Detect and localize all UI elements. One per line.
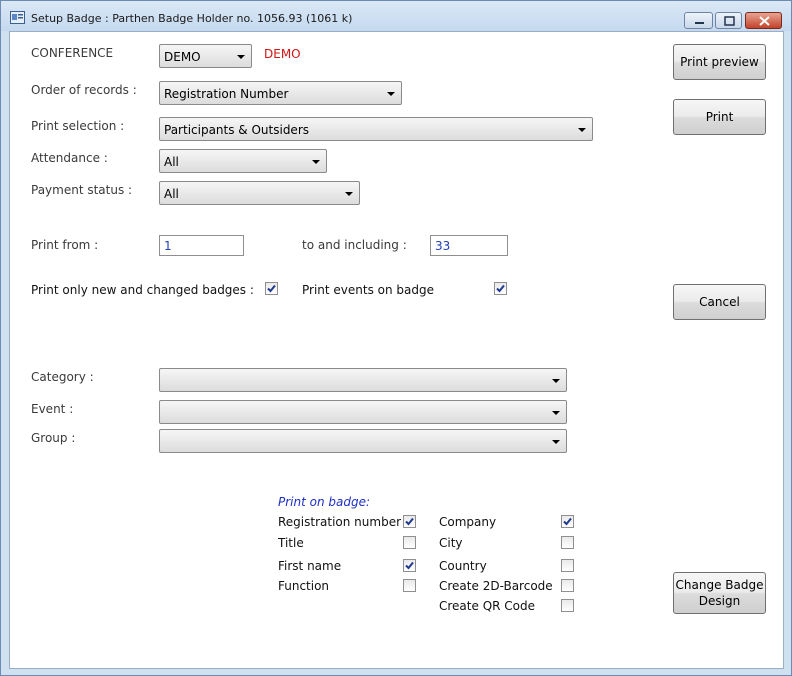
checkmark-icon bbox=[405, 561, 414, 570]
print-button[interactable]: Print bbox=[673, 99, 766, 135]
category-label: Category : bbox=[31, 370, 94, 384]
group-select[interactable] bbox=[159, 429, 567, 453]
title-checkbox[interactable] bbox=[403, 536, 416, 549]
checkmark-icon bbox=[405, 517, 414, 526]
payment-status-label: Payment status : bbox=[31, 183, 133, 197]
country-checkbox[interactable] bbox=[561, 559, 574, 572]
option-label: Company bbox=[439, 515, 497, 529]
chevron-down-icon bbox=[345, 192, 353, 196]
conference-select-value: DEMO bbox=[164, 50, 201, 64]
minimize-icon bbox=[695, 22, 704, 24]
order-select-value: Registration Number bbox=[164, 87, 289, 101]
print-on-badge-heading: Print on badge: bbox=[278, 495, 371, 509]
change-badge-label-line2: Design bbox=[698, 594, 741, 608]
window-title: Setup Badge : Parthen Badge Holder no. 1… bbox=[31, 12, 353, 25]
print-selection-value: Participants & Outsiders bbox=[164, 123, 310, 137]
order-select[interactable]: Registration Number bbox=[159, 81, 402, 105]
to-including-input[interactable]: 33 bbox=[430, 235, 508, 256]
payment-status-value: All bbox=[164, 187, 179, 201]
chevron-down-icon bbox=[552, 411, 560, 415]
chevron-down-icon bbox=[312, 160, 320, 164]
option-label: Create QR Code bbox=[439, 599, 536, 613]
setup-badge-window: Setup Badge : Parthen Badge Holder no. 1… bbox=[0, 0, 792, 676]
chevron-down-icon bbox=[237, 55, 245, 59]
only-new-label: Print only new and changed badges : bbox=[31, 283, 254, 297]
create-qr-code-checkbox[interactable] bbox=[561, 599, 574, 612]
payment-status-select[interactable]: All bbox=[159, 181, 360, 205]
maximize-icon bbox=[724, 16, 735, 26]
cancel-label: Cancel bbox=[699, 295, 740, 309]
option-label: Country bbox=[439, 559, 487, 573]
maximize-button[interactable] bbox=[715, 12, 742, 29]
city-checkbox[interactable] bbox=[561, 536, 574, 549]
print-from-input[interactable]: 1 bbox=[159, 235, 244, 256]
first-name-checkbox[interactable] bbox=[403, 559, 416, 572]
function-checkbox[interactable] bbox=[403, 579, 416, 592]
attendance-select[interactable]: All bbox=[159, 149, 327, 173]
close-button[interactable] bbox=[745, 12, 782, 29]
event-select[interactable] bbox=[159, 400, 567, 424]
print-from-label: Print from : bbox=[31, 238, 99, 252]
attendance-label: Attendance : bbox=[31, 151, 108, 165]
group-label: Group : bbox=[31, 431, 76, 445]
change-badge-design-button[interactable]: Change Badge Design bbox=[673, 572, 766, 614]
cancel-button[interactable]: Cancel bbox=[673, 284, 766, 320]
option-label: Title bbox=[278, 536, 304, 550]
print-selection-select[interactable]: Participants & Outsiders bbox=[159, 117, 593, 141]
app-icon bbox=[10, 11, 25, 24]
conference-label: CONFERENCE bbox=[31, 46, 114, 60]
change-badge-label-line1: Change Badge bbox=[675, 578, 764, 592]
option-label: Create 2D-Barcode bbox=[439, 579, 553, 593]
checkmark-icon bbox=[496, 284, 505, 293]
checkmark-icon bbox=[267, 284, 276, 293]
print-selection-label: Print selection : bbox=[31, 119, 125, 133]
to-including-label: to and including : bbox=[302, 238, 407, 252]
dialog-client-area: CONFERENCE DEMO DEMO Order of records : … bbox=[9, 31, 784, 669]
minimize-button[interactable] bbox=[684, 12, 713, 29]
print-preview-label: Print preview bbox=[680, 55, 759, 69]
events-on-badge-label: Print events on badge bbox=[302, 283, 435, 297]
title-bar[interactable]: Setup Badge : Parthen Badge Holder no. 1… bbox=[1, 1, 791, 31]
checkmark-icon bbox=[563, 517, 572, 526]
category-select[interactable] bbox=[159, 368, 567, 392]
option-label: First name bbox=[278, 559, 342, 573]
company-checkbox[interactable] bbox=[561, 515, 574, 528]
event-label: Event : bbox=[31, 402, 74, 416]
to-including-value: 33 bbox=[435, 239, 451, 253]
print-preview-button[interactable]: Print preview bbox=[673, 44, 766, 80]
chevron-down-icon bbox=[387, 92, 395, 96]
chevron-down-icon bbox=[552, 440, 560, 444]
option-label: City bbox=[439, 536, 463, 550]
attendance-value: All bbox=[164, 155, 179, 169]
create-2d-barcode-checkbox[interactable] bbox=[561, 579, 574, 592]
chevron-down-icon bbox=[578, 128, 586, 132]
order-label: Order of records : bbox=[31, 83, 137, 97]
events-on-badge-checkbox[interactable] bbox=[494, 282, 507, 295]
option-label: Registration number bbox=[278, 515, 402, 529]
option-label: Function bbox=[278, 579, 330, 593]
print-label: Print bbox=[705, 110, 734, 124]
only-new-checkbox[interactable] bbox=[265, 282, 278, 295]
print-from-value: 1 bbox=[164, 239, 172, 253]
conference-name: DEMO bbox=[264, 47, 301, 61]
close-icon bbox=[759, 16, 770, 26]
conference-select[interactable]: DEMO bbox=[159, 44, 252, 68]
chevron-down-icon bbox=[552, 379, 560, 383]
registration-number-checkbox[interactable] bbox=[403, 515, 416, 528]
